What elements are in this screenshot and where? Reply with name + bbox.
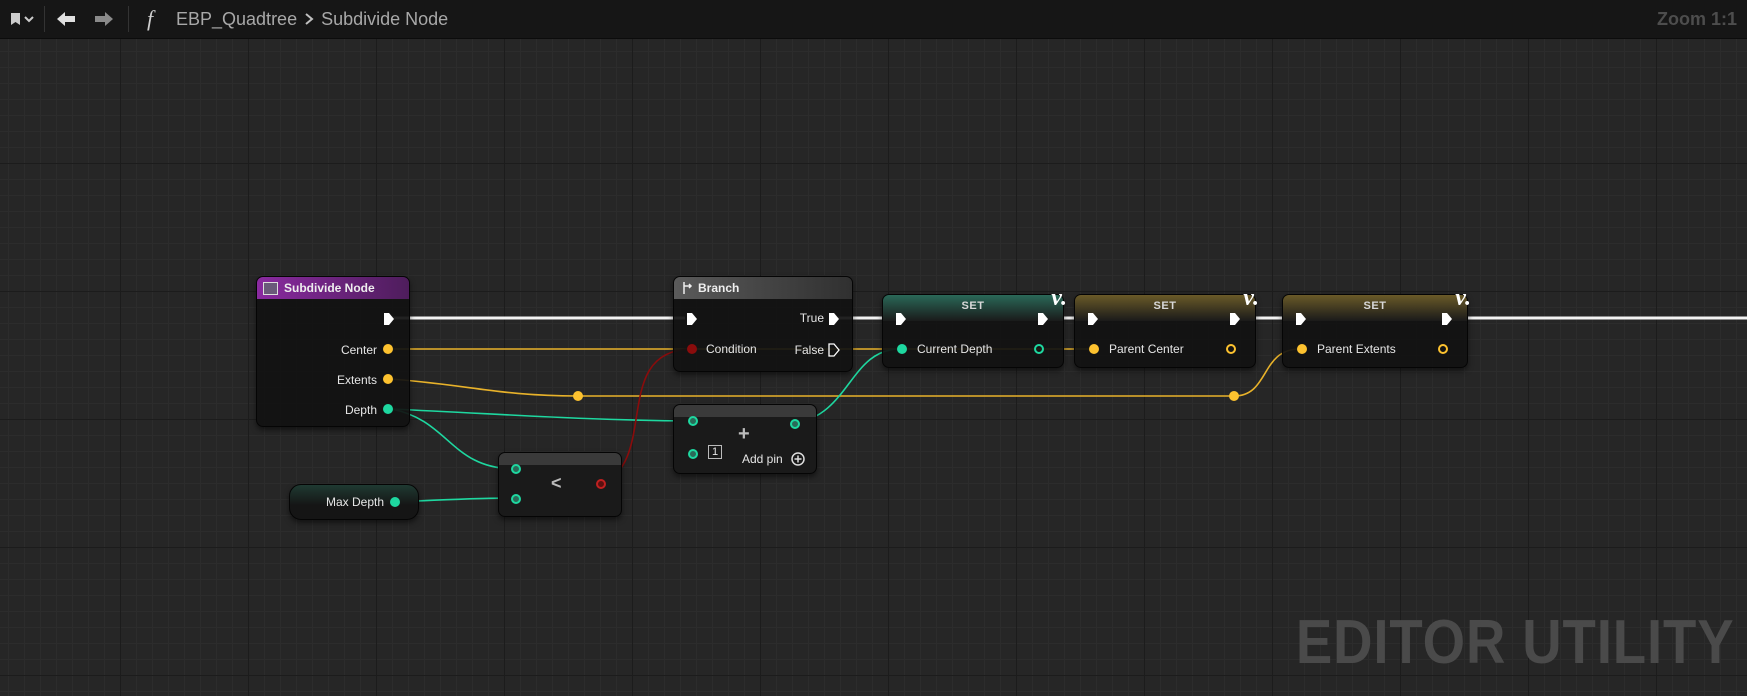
vector-out-pin[interactable] bbox=[1438, 344, 1448, 354]
branch-icon bbox=[683, 282, 693, 294]
boolean-pin[interactable] bbox=[596, 479, 606, 489]
operator-label: < bbox=[551, 473, 562, 493]
vector-out-pin[interactable] bbox=[1226, 344, 1236, 354]
exec-true-pin[interactable] bbox=[828, 312, 840, 326]
breadcrumb-item-function[interactable]: Subdivide Node bbox=[321, 9, 448, 30]
variable-marker: v. bbox=[1051, 285, 1067, 311]
chevron-right-icon bbox=[305, 13, 314, 25]
integer-pin[interactable] bbox=[688, 416, 698, 426]
branch-node[interactable]: Branch True Condition False bbox=[673, 276, 853, 372]
exec-in-pin[interactable] bbox=[1295, 312, 1307, 326]
node-header: Branch bbox=[674, 277, 852, 299]
integer-pin[interactable] bbox=[383, 404, 393, 414]
operator-label: + bbox=[738, 423, 750, 445]
less-than-node[interactable]: < bbox=[498, 452, 622, 517]
reroute-knot[interactable] bbox=[573, 391, 583, 401]
set-header: SET bbox=[883, 295, 1063, 321]
set-header: SET bbox=[1075, 295, 1255, 321]
depth-to-add-wire bbox=[390, 408, 694, 422]
integer-out-pin[interactable] bbox=[1034, 344, 1044, 354]
node-title: Branch bbox=[698, 281, 740, 295]
vector-pin[interactable] bbox=[1297, 344, 1307, 354]
pin-label-current-depth: Current Depth bbox=[917, 342, 993, 356]
function-entry-node[interactable]: Subdivide Node Center Extents Depth bbox=[256, 276, 410, 427]
integer-pin[interactable] bbox=[897, 344, 907, 354]
pin-label-depth: Depth bbox=[344, 403, 377, 417]
node-title: Subdivide Node bbox=[284, 281, 375, 295]
exec-out-pin[interactable] bbox=[1037, 312, 1049, 326]
vector-pin[interactable] bbox=[383, 344, 393, 354]
exec-in-pin[interactable] bbox=[895, 312, 907, 326]
boolean-pin[interactable] bbox=[687, 344, 697, 354]
bookmark-icon bbox=[11, 13, 34, 25]
literal-input[interactable]: 1 bbox=[708, 445, 723, 459]
pin-label-true: True bbox=[799, 311, 824, 325]
variable-marker: v. bbox=[1455, 285, 1471, 311]
forward-button[interactable] bbox=[90, 0, 118, 38]
set-parent-extents-node[interactable]: SET v. Parent Extents bbox=[1282, 285, 1471, 368]
pin-label-extents: Extents bbox=[336, 373, 377, 387]
breadcrumb: EBP_Quadtree Subdivide Node bbox=[176, 0, 454, 38]
reroute-knot[interactable] bbox=[1229, 391, 1239, 401]
graph-toolbar: f EBP_Quadtree Subdivide Node Zoom 1:1 bbox=[0, 0, 1747, 39]
exec-in-pin[interactable] bbox=[1087, 312, 1099, 326]
add-node[interactable]: 1 + Add pin bbox=[673, 404, 817, 474]
exec-in-pin[interactable] bbox=[686, 312, 698, 326]
variable-label: Max Depth bbox=[326, 495, 385, 509]
integer-pin[interactable] bbox=[511, 464, 521, 474]
zoom-level: Zoom 1:1 bbox=[1656, 9, 1737, 29]
function-entry-icon bbox=[263, 281, 278, 295]
exec-false-pin[interactable] bbox=[828, 343, 840, 357]
integer-pin[interactable] bbox=[790, 419, 800, 429]
exec-out-pin[interactable] bbox=[1441, 312, 1453, 326]
set-current-depth-node[interactable]: SET v. Current Depth bbox=[882, 285, 1067, 368]
integer-pin[interactable] bbox=[688, 449, 698, 459]
set-header: SET bbox=[1283, 295, 1467, 321]
exec-out-pin[interactable] bbox=[383, 312, 395, 326]
pin-label-parent-extents: Parent Extents bbox=[1317, 342, 1396, 356]
add-pin-label[interactable]: Add pin bbox=[742, 452, 783, 466]
breadcrumb-item-blueprint[interactable]: EBP_Quadtree bbox=[176, 9, 297, 30]
max-depth-getter-node[interactable]: Max Depth bbox=[289, 484, 419, 520]
arrow-left-icon bbox=[57, 12, 75, 26]
editor-utility-watermark: EDITOR UTILITY bbox=[1296, 608, 1735, 677]
node-header: Subdivide Node bbox=[257, 277, 409, 299]
integer-pin[interactable] bbox=[390, 497, 400, 507]
exec-out-pin[interactable] bbox=[1229, 312, 1241, 326]
set-parent-center-node[interactable]: SET v. Parent Center bbox=[1074, 285, 1259, 368]
vector-pin[interactable] bbox=[383, 374, 393, 384]
vector-pin[interactable] bbox=[1089, 344, 1099, 354]
integer-pin[interactable] bbox=[511, 494, 521, 504]
pin-label-parent-center: Parent Center bbox=[1109, 342, 1184, 356]
back-button[interactable] bbox=[52, 0, 80, 38]
pin-label-center: Center bbox=[340, 343, 377, 357]
pin-label-false: False bbox=[794, 343, 824, 357]
arrow-right-icon bbox=[95, 12, 113, 26]
add-circle-icon[interactable] bbox=[791, 452, 805, 466]
bookmark-button[interactable] bbox=[4, 0, 40, 38]
pin-label-condition: Condition bbox=[706, 342, 757, 356]
function-icon: f bbox=[146, 6, 154, 31]
variable-marker: v. bbox=[1243, 285, 1259, 311]
